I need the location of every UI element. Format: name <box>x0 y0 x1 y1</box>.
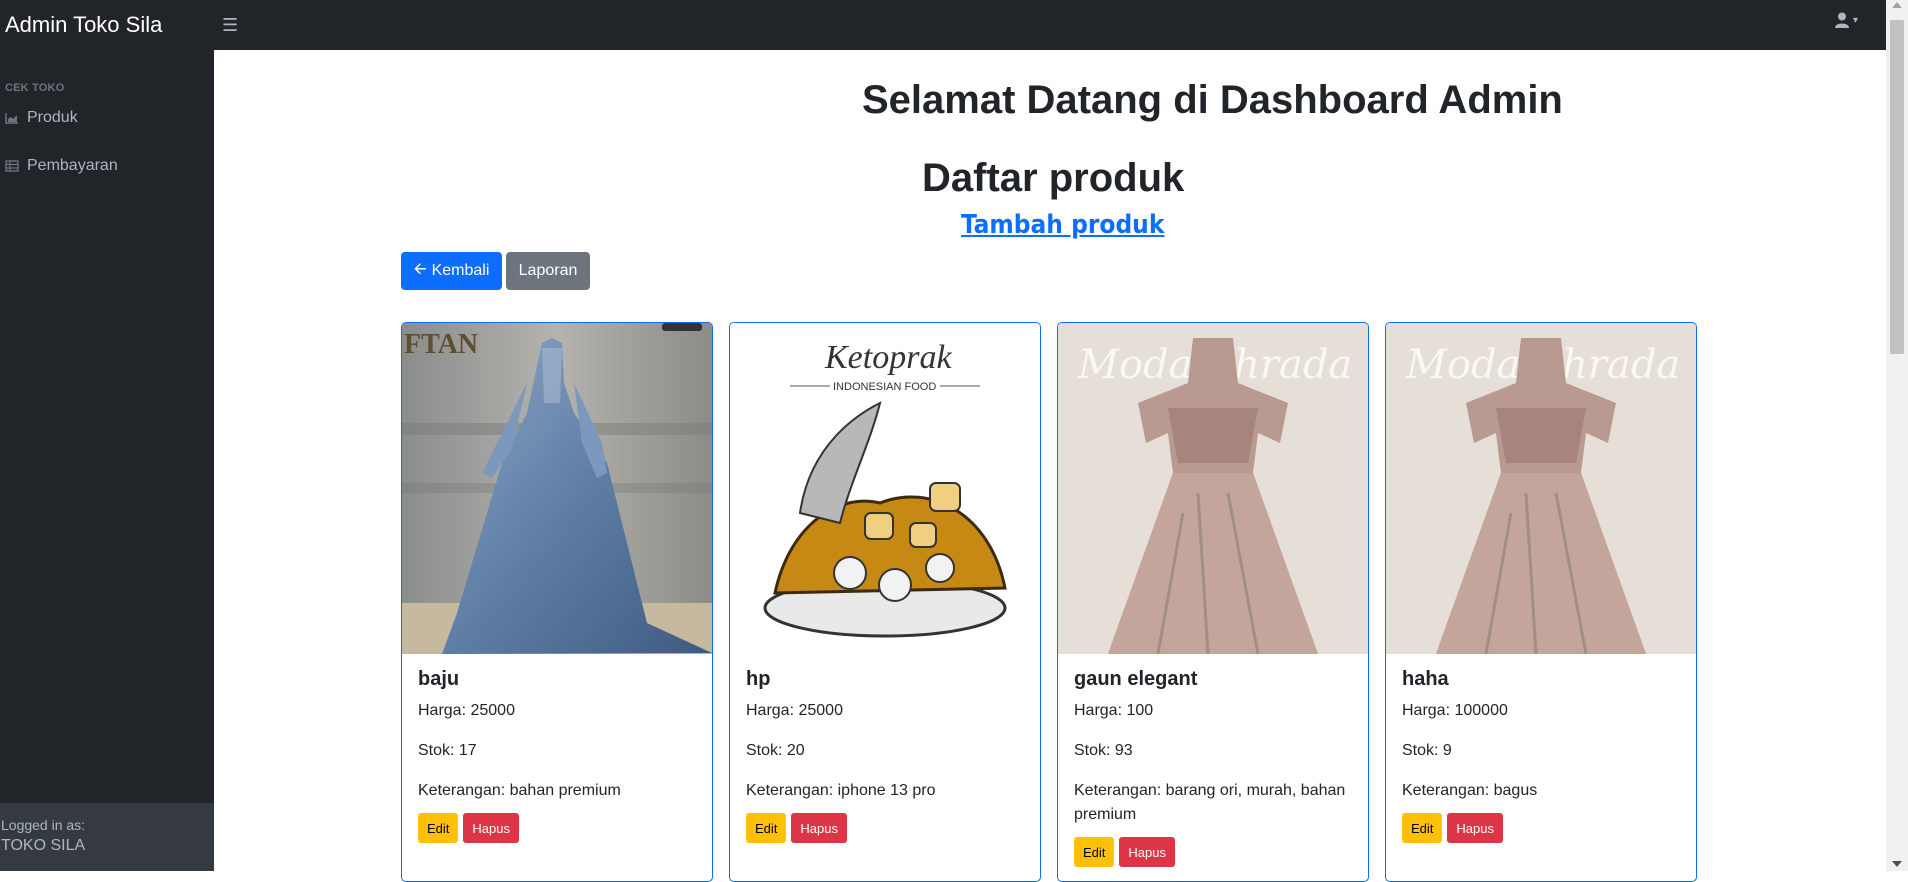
product-stock: Stok: 17 <box>418 742 477 759</box>
report-button[interactable]: Laporan <box>506 252 590 290</box>
logged-in-user: TOKO SILA <box>1 837 86 854</box>
edit-button[interactable]: Edit <box>1074 837 1115 867</box>
product-description: Keterangan: bagus <box>1402 782 1538 799</box>
arrow-left-icon: 🡨 <box>413 260 427 278</box>
scroll-up-arrow-icon[interactable] <box>1892 2 1902 8</box>
product-stock: Stok: 20 <box>746 742 805 759</box>
product-image: FTAN <box>402 323 712 654</box>
product-name: baju <box>418 668 460 690</box>
svg-text:FTAN: FTAN <box>404 329 478 360</box>
product-card: Moda Ahrada haha Harga: 100000 Stok: 9 K… <box>1385 322 1697 882</box>
caret-down-icon: ▾ <box>1852 14 1858 26</box>
product-stock: Stok: 9 <box>1402 742 1452 759</box>
main-content: Selamat Datang di Dashboard Admin Daftar… <box>214 50 1886 882</box>
product-stock: Stok: 93 <box>1074 742 1133 759</box>
sidebar-item-label: Pembayaran <box>27 157 118 174</box>
scrollbar-thumb[interactable] <box>1890 20 1904 354</box>
sidebar-item-produk[interactable]: Produk <box>0 94 214 142</box>
sidebar-item-pembayaran[interactable]: Pembayaran <box>0 142 214 190</box>
product-image: Moda Ahrada <box>1386 323 1696 654</box>
edit-button[interactable]: Edit <box>418 813 459 843</box>
edit-button[interactable]: Edit <box>1402 813 1443 843</box>
delete-button[interactable]: Hapus <box>1119 837 1175 867</box>
edit-button[interactable]: Edit <box>746 813 787 843</box>
back-button[interactable]: 🡨 Kembali <box>401 252 502 290</box>
product-name: gaun elegant <box>1074 668 1198 690</box>
table-icon <box>5 160 19 172</box>
scroll-down-arrow-icon[interactable] <box>1892 861 1902 867</box>
sidebar-item-label: Produk <box>27 109 78 126</box>
product-image: Ketoprak INDONESIAN FOOD <box>730 323 1040 654</box>
product-price: Harga: 100000 <box>1402 702 1508 719</box>
product-price: Harga: 100 <box>1074 702 1154 719</box>
top-navbar: Admin Toko Sila ☰ ▾ <box>0 0 1908 50</box>
delete-button[interactable]: Hapus <box>463 813 519 843</box>
logged-in-label: Logged in as: <box>1 817 86 833</box>
sidebar: CEK TOKO Produk Pembayaran Logged in as:… <box>0 50 214 871</box>
product-card: Moda Ahrada gaun elegant Harga: 100 Stok… <box>1057 322 1369 882</box>
product-name: hp <box>746 668 771 690</box>
user-menu-dropdown[interactable]: ▾ <box>1834 12 1858 28</box>
delete-button[interactable]: Hapus <box>791 813 847 843</box>
chart-area-icon <box>5 113 18 124</box>
product-price: Harga: 25000 <box>746 702 843 719</box>
product-list-title: Daftar produk <box>922 156 1185 200</box>
delete-button[interactable]: Hapus <box>1447 813 1503 843</box>
sidebar-footer: Logged in as: TOKO SILA <box>0 803 214 871</box>
product-card: FTAN baju Harga: 25000 Stok: 17 Keterang… <box>401 322 713 882</box>
product-card: Ketoprak INDONESIAN FOOD hp Harga: 25000… <box>729 322 1041 882</box>
product-image: Moda Ahrada <box>1058 323 1368 654</box>
product-name: haha <box>1402 668 1449 690</box>
image-caption: Ketoprak <box>824 339 952 376</box>
report-button-label: Laporan <box>518 262 578 279</box>
back-button-label: Kembali <box>431 262 490 279</box>
add-product-link[interactable]: Tambah produk <box>961 210 1164 240</box>
user-icon <box>1834 12 1849 28</box>
product-description: Keterangan: barang ori, murah, bahan pre… <box>1074 782 1346 823</box>
page-scrollbar[interactable] <box>1886 0 1908 871</box>
sidebar-heading: CEK TOKO <box>5 82 65 94</box>
sidebar-toggle-icon[interactable]: ☰ <box>222 15 238 36</box>
image-caption: INDONESIAN FOOD <box>833 381 936 393</box>
product-description: Keterangan: iphone 13 pro <box>746 782 936 799</box>
brand-title[interactable]: Admin Toko Sila <box>0 12 214 38</box>
product-price: Harga: 25000 <box>418 702 515 719</box>
product-description: Keterangan: bahan premium <box>418 782 621 799</box>
welcome-heading: Selamat Datang di Dashboard Admin <box>862 78 1563 122</box>
